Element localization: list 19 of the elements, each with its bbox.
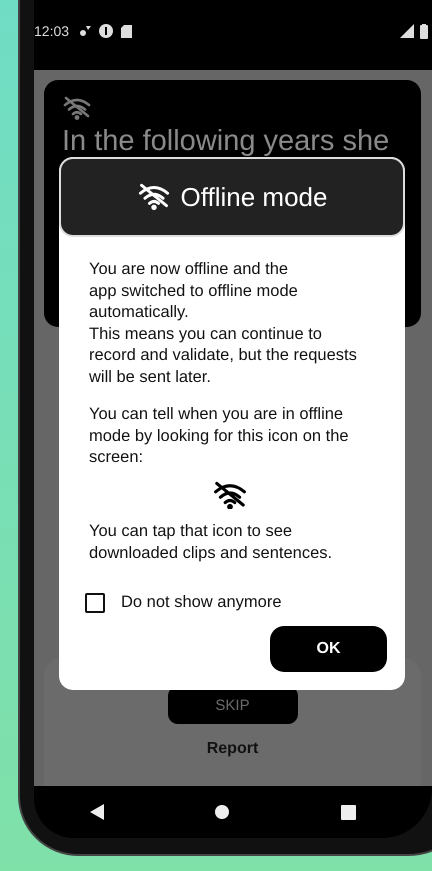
checkbox-label: Do not show anymore: [121, 592, 282, 614]
dialog-text: You can tap that icon to see downloaded clips and sentences.: [89, 521, 334, 564]
report-link[interactable]: Report: [206, 740, 258, 758]
battery-icon: [420, 24, 428, 38]
offline-icon: [62, 96, 92, 120]
home-icon[interactable]: [215, 805, 230, 819]
dialog-title: Offline mode: [180, 182, 328, 212]
status-time: 12:03: [34, 23, 70, 39]
signal-icon: [400, 24, 414, 38]
checkbox[interactable]: [85, 593, 105, 614]
offline-icon: [136, 183, 171, 211]
sentence-text: In the following years she: [62, 125, 390, 157]
sd-card-icon: [121, 24, 132, 38]
recents-icon[interactable]: [341, 804, 356, 820]
dialog-text: You can tell when you are in offline mode by looking for this icon on the screen:: [89, 404, 350, 468]
offline-icon: [212, 480, 248, 510]
ok-button[interactable]: OK: [270, 626, 387, 672]
back-icon[interactable]: [90, 804, 104, 820]
dialog-text: You are now offline and the app switched to offline mode automatically. This means you can continue to record and validate, but the requests will be sent later.: [89, 259, 358, 388]
